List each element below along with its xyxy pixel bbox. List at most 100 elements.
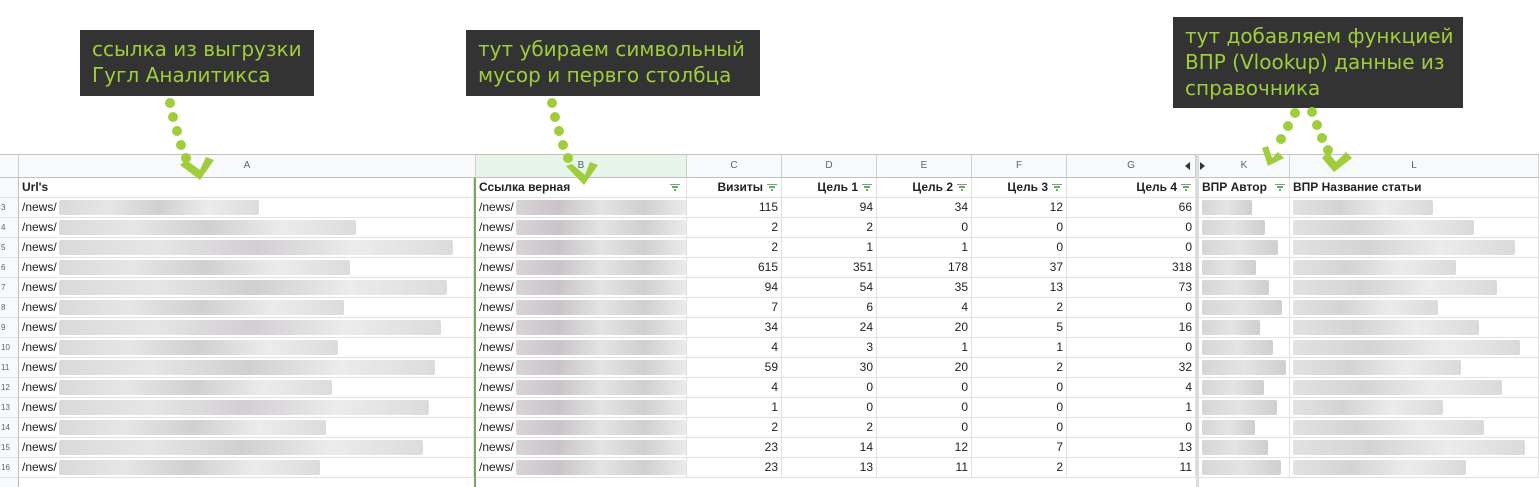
article-title-cell[interactable] xyxy=(1290,378,1539,397)
row-number[interactable]: 8 xyxy=(0,298,18,318)
value-cell-f[interactable]: 0 xyxy=(972,218,1067,237)
value-cell-e[interactable]: 35 xyxy=(877,278,972,297)
value-cell-g[interactable]: 0 xyxy=(1067,298,1196,317)
value-cell-d[interactable]: 0 xyxy=(782,378,877,397)
value-cell-c[interactable]: 4 xyxy=(687,338,782,357)
column-header-l[interactable]: L xyxy=(1290,155,1539,177)
spreadsheet-grid[interactable]: A B C D E F G K L 3 4 5 6 7 8 9 10 11 12 13 14 15 16 … xyxy=(0,154,1539,487)
row-number[interactable]: 11 xyxy=(0,358,18,378)
value-cell-g[interactable]: 16 xyxy=(1067,318,1196,337)
url-cell[interactable]: /news/ xyxy=(19,218,474,237)
value-cell-c[interactable]: 34 xyxy=(687,318,782,337)
value-cell-f[interactable]: 2 xyxy=(972,298,1067,317)
author-cell[interactable] xyxy=(1199,378,1290,397)
value-cell-e[interactable]: 1 xyxy=(877,338,972,357)
value-cell-c[interactable]: 2 xyxy=(687,238,782,257)
value-cell-d[interactable]: 0 xyxy=(782,398,877,417)
article-title-cell[interactable] xyxy=(1290,338,1539,357)
value-cell-c[interactable]: 2 xyxy=(687,218,782,237)
value-cell-d[interactable]: 351 xyxy=(782,258,877,277)
value-cell-d[interactable]: 2 xyxy=(782,418,877,437)
value-cell-g[interactable]: 73 xyxy=(1067,278,1196,297)
row-number[interactable]: 15 xyxy=(0,438,18,458)
value-cell-d[interactable]: 2 xyxy=(782,218,877,237)
value-cell-d[interactable]: 1 xyxy=(782,238,877,257)
select-all-corner[interactable] xyxy=(0,155,19,177)
filter-icon[interactable] xyxy=(1275,184,1285,192)
value-cell-d[interactable]: 13 xyxy=(782,458,877,477)
value-cell-f[interactable]: 7 xyxy=(972,438,1067,457)
row-number[interactable]: 7 xyxy=(0,278,18,298)
value-cell-c[interactable]: 23 xyxy=(687,438,782,457)
value-cell-f[interactable]: 12 xyxy=(972,198,1067,217)
header-cell-url[interactable]: Url's xyxy=(19,178,474,197)
author-cell[interactable] xyxy=(1199,218,1290,237)
value-cell-d[interactable]: 94 xyxy=(782,198,877,217)
correct-url-cell[interactable]: /news/ xyxy=(476,458,687,477)
header-cell-goal-1[interactable]: Цель 1 xyxy=(782,178,877,197)
article-title-cell[interactable] xyxy=(1290,458,1539,477)
url-cell[interactable]: /news/ xyxy=(19,298,474,317)
collapse-left-icon[interactable] xyxy=(1185,162,1191,170)
value-cell-g[interactable]: 32 xyxy=(1067,358,1196,377)
url-cell[interactable]: /news/ xyxy=(19,358,474,377)
value-cell-d[interactable]: 14 xyxy=(782,438,877,457)
article-title-cell[interactable] xyxy=(1290,358,1539,377)
row-number[interactable]: 9 xyxy=(0,318,18,338)
author-cell[interactable] xyxy=(1199,338,1290,357)
correct-url-cell[interactable]: /news/ xyxy=(476,218,687,237)
header-cell-vlookup-author[interactable]: ВПР Автор xyxy=(1199,178,1290,197)
value-cell-e[interactable]: 0 xyxy=(877,218,972,237)
value-cell-f[interactable]: 1 xyxy=(972,338,1067,357)
value-cell-c[interactable]: 23 xyxy=(687,458,782,477)
value-cell-g[interactable]: 318 xyxy=(1067,258,1196,277)
correct-url-cell[interactable]: /news/ xyxy=(476,398,687,417)
url-cell[interactable]: /news/ xyxy=(19,238,474,257)
url-cell[interactable]: /news/ xyxy=(19,438,474,457)
url-cell[interactable]: /news/ xyxy=(19,318,474,337)
value-cell-d[interactable]: 6 xyxy=(782,298,877,317)
column-header-b[interactable]: B xyxy=(476,155,687,177)
filter-icon[interactable] xyxy=(1181,184,1191,192)
author-cell[interactable] xyxy=(1199,358,1290,377)
filter-icon[interactable] xyxy=(862,184,872,192)
value-cell-c[interactable]: 94 xyxy=(687,278,782,297)
value-cell-g[interactable]: 0 xyxy=(1067,238,1196,257)
author-cell[interactable] xyxy=(1199,278,1290,297)
column-header-d[interactable]: D xyxy=(782,155,877,177)
article-title-cell[interactable] xyxy=(1290,398,1539,417)
url-cell[interactable]: /news/ xyxy=(19,378,474,397)
value-cell-g[interactable]: 0 xyxy=(1067,218,1196,237)
header-cell-vlookup-title[interactable]: ВПР Название статьи xyxy=(1290,178,1539,197)
author-cell[interactable] xyxy=(1199,198,1290,217)
correct-url-cell[interactable]: /news/ xyxy=(476,298,687,317)
article-title-cell[interactable] xyxy=(1290,278,1539,297)
row-number[interactable]: 16 xyxy=(0,458,18,478)
value-cell-g[interactable]: 11 xyxy=(1067,458,1196,477)
value-cell-c[interactable]: 615 xyxy=(687,258,782,277)
row-number[interactable]: 6 xyxy=(0,258,18,278)
value-cell-e[interactable]: 20 xyxy=(877,318,972,337)
value-cell-f[interactable]: 0 xyxy=(972,378,1067,397)
value-cell-e[interactable]: 1 xyxy=(877,238,972,257)
value-cell-c[interactable]: 2 xyxy=(687,418,782,437)
row-number[interactable]: 13 xyxy=(0,398,18,418)
value-cell-f[interactable]: 0 xyxy=(972,418,1067,437)
value-cell-c[interactable]: 115 xyxy=(687,198,782,217)
value-cell-c[interactable]: 1 xyxy=(687,398,782,417)
url-cell[interactable]: /news/ xyxy=(19,418,474,437)
url-cell[interactable]: /news/ xyxy=(19,278,474,297)
row-number[interactable]: 10 xyxy=(0,338,18,358)
value-cell-e[interactable]: 0 xyxy=(877,398,972,417)
value-cell-g[interactable]: 4 xyxy=(1067,378,1196,397)
value-cell-d[interactable]: 30 xyxy=(782,358,877,377)
correct-url-cell[interactable]: /news/ xyxy=(476,318,687,337)
value-cell-c[interactable]: 4 xyxy=(687,378,782,397)
value-cell-f[interactable]: 0 xyxy=(972,238,1067,257)
value-cell-e[interactable]: 12 xyxy=(877,438,972,457)
value-cell-e[interactable]: 11 xyxy=(877,458,972,477)
author-cell[interactable] xyxy=(1199,458,1290,477)
correct-url-cell[interactable]: /news/ xyxy=(476,198,687,217)
value-cell-f[interactable]: 2 xyxy=(972,458,1067,477)
row-number[interactable]: 5 xyxy=(0,238,18,258)
